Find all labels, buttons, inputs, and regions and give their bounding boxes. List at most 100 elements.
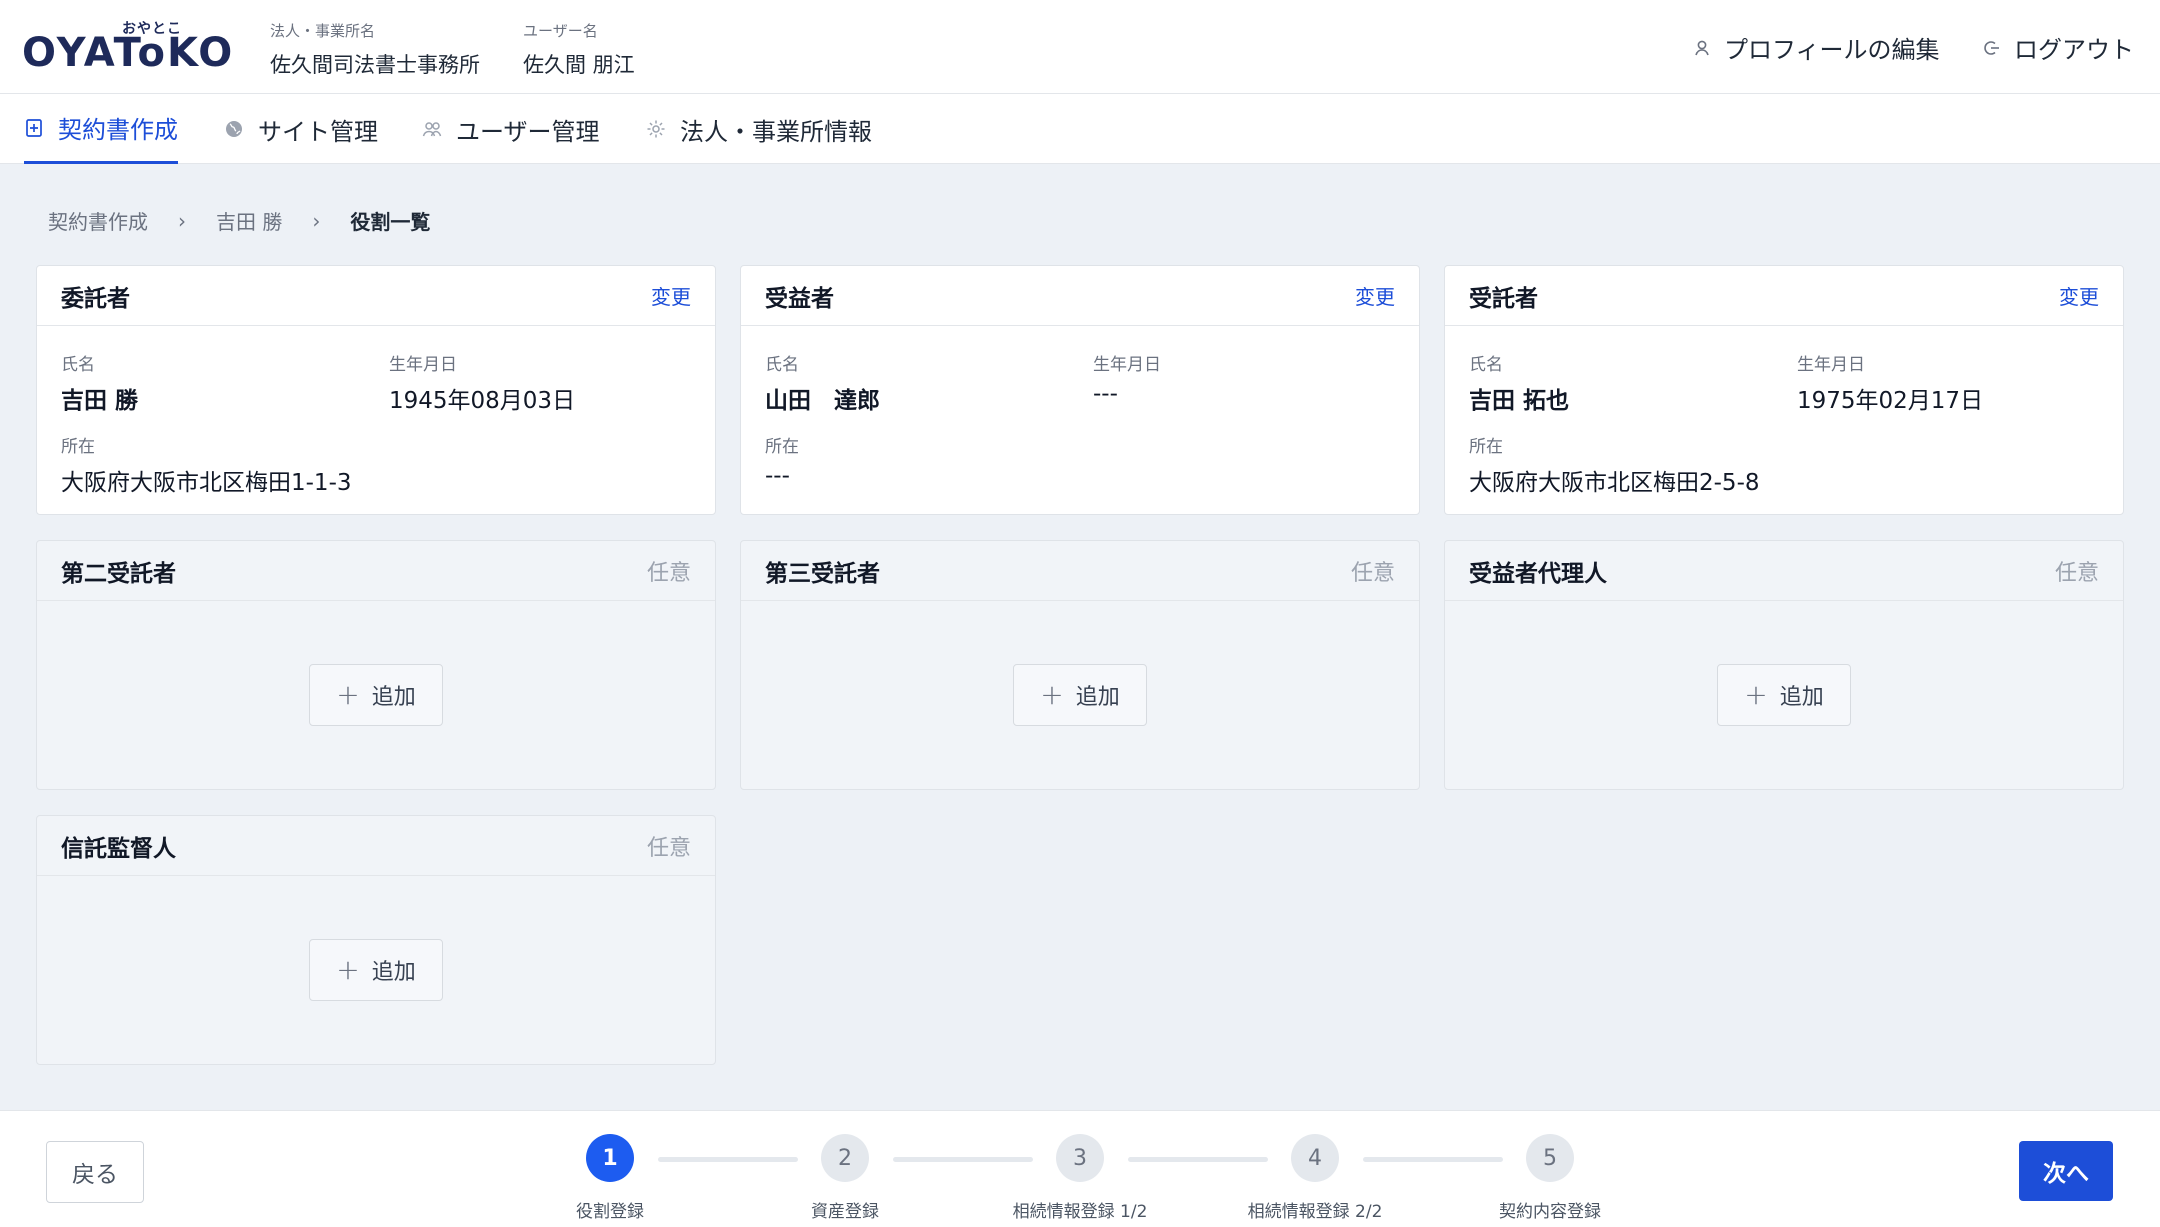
card-title: 第三受託者	[765, 560, 880, 587]
card-title: 委託者	[61, 285, 130, 312]
field-label: 生年月日	[389, 355, 457, 375]
card-title: 信託監督人	[61, 835, 176, 862]
breadcrumb-separator: ›	[312, 208, 321, 233]
date-of-birth: ---	[1093, 381, 1118, 407]
date-of-birth: 1945年08月03日	[389, 388, 576, 414]
office-label: 法人・事業所名	[270, 22, 376, 40]
next-button[interactable]: 次へ	[2019, 1141, 2113, 1201]
card-header: 受託者 変更	[1445, 266, 2123, 326]
profile-edit-link[interactable]: プロフィールの編集	[1692, 30, 1940, 65]
step-1-label: 役割登録	[576, 1202, 644, 1222]
field-label: 氏名	[1469, 355, 1503, 375]
document-plus-icon	[26, 118, 42, 137]
user-info: ユーザー名 佐久間 朋江	[523, 20, 635, 79]
name-field: 氏名 吉田 拓也	[1469, 350, 1569, 415]
beneficiary-card: 受益者 変更 氏名 山田 達郎 生年月日 --- 所在 ---	[740, 265, 1420, 515]
address: 大阪府大阪市北区梅田2-5-8	[1469, 470, 1760, 496]
add-button[interactable]: + 追加	[1717, 664, 1851, 726]
step-5-indicator: 5	[1526, 1134, 1574, 1182]
optional-badge: 任意	[646, 835, 691, 861]
user-icon	[1695, 40, 1709, 55]
step-4-indicator: 4	[1291, 1134, 1339, 1182]
card-header: 委託者 変更	[37, 266, 715, 326]
breadcrumb: 契約書作成 › 吉田 勝 › 役割一覧	[48, 206, 430, 235]
tab-office-info-label: 法人・事業所情報	[680, 117, 872, 146]
optional-badge: 任意	[1350, 560, 1395, 586]
change-button[interactable]: 変更	[2059, 281, 2099, 310]
step-3-label: 相続情報登録 1/2	[1012, 1202, 1148, 1222]
plus-icon: +	[336, 953, 360, 986]
logout-link[interactable]: ログアウト	[1982, 30, 2134, 65]
office-name: 佐久間司法書士事務所	[270, 53, 480, 77]
step-2-label: 資産登録	[811, 1202, 879, 1222]
change-button[interactable]: 変更	[1355, 281, 1395, 310]
gear-icon	[647, 120, 665, 138]
logout-label: ログアウト	[2014, 36, 2134, 64]
profile-edit-label: プロフィールの編集	[1724, 36, 1940, 64]
card-header: 受益者代理人 任意	[1445, 541, 2123, 601]
card-header: 第二受託者 任意	[37, 541, 715, 601]
dob-field: 生年月日 1975年02月17日	[1797, 350, 1983, 415]
field-label: 氏名	[61, 355, 95, 375]
tab-contract-create[interactable]: 契約書作成	[24, 94, 178, 164]
tab-contract-create-label: 契約書作成	[58, 116, 178, 144]
name-field: 氏名 山田 達郎	[765, 350, 880, 415]
trust-supervisor-card: 信託監督人 任意 + 追加	[36, 815, 716, 1065]
date-of-birth: 1975年02月17日	[1797, 388, 1984, 414]
optional-badge: 任意	[646, 560, 691, 586]
add-button[interactable]: + 追加	[309, 939, 443, 1001]
card-header: 第三受託者 任意	[741, 541, 1419, 601]
breadcrumb-separator: ›	[178, 208, 186, 233]
step-2-indicator: 2	[821, 1134, 869, 1182]
add-button-label: 追加	[1779, 685, 1824, 710]
back-button[interactable]: 戻る	[46, 1141, 144, 1203]
card-title: 第二受託者	[61, 560, 176, 587]
person-name: 山田 達郎	[765, 388, 880, 414]
tab-office-info[interactable]: 法人・事業所情報	[646, 94, 872, 164]
wizard-footer: 戻る 1 2 3 4 5 役割登録 資産登録 相続情報登録 1/2 相続情報登録…	[0, 1110, 2160, 1227]
add-button[interactable]: + 追加	[309, 664, 443, 726]
third-trustee-card: 第三受託者 任意 + 追加	[740, 540, 1420, 790]
add-button-label: 追加	[1075, 685, 1120, 710]
app-logo[interactable]: おやとこ OYAToKO	[22, 14, 232, 76]
logo-wordmark: OYAToKO	[22, 30, 235, 76]
tab-user-management-label: ユーザー管理	[456, 117, 600, 146]
card-title: 受益者代理人	[1469, 560, 1607, 587]
dob-field: 生年月日 ---	[1093, 350, 1161, 407]
tab-user-management[interactable]: ユーザー管理	[422, 94, 600, 164]
step-connector	[1363, 1157, 1503, 1162]
step-3-indicator: 3	[1056, 1134, 1104, 1182]
tab-site-management[interactable]: サイト管理	[224, 94, 378, 164]
address: 大阪府大阪市北区梅田1-1-3	[61, 470, 352, 496]
change-button[interactable]: 変更	[651, 281, 691, 310]
field-label: 所在	[1469, 437, 1503, 457]
field-label: 所在	[765, 437, 799, 457]
add-button[interactable]: + 追加	[1013, 664, 1147, 726]
step-connector	[1128, 1157, 1268, 1162]
step-4-label: 相続情報登録 2/2	[1247, 1202, 1383, 1222]
office-info: 法人・事業所名 佐久間司法書士事務所	[270, 20, 480, 79]
name-field: 氏名 吉田 勝	[61, 350, 138, 415]
optional-badge: 任意	[2054, 560, 2099, 586]
second-trustee-card: 第二受託者 任意 + 追加	[36, 540, 716, 790]
main-nav: 契約書作成 サイト管理 ユーザー管理 法人・事業所情報	[0, 94, 2160, 164]
field-label: 氏名	[765, 355, 799, 375]
beneficiary-agent-card: 受益者代理人 任意 + 追加	[1444, 540, 2124, 790]
plus-icon: +	[1040, 678, 1064, 711]
card-title: 受託者	[1469, 285, 1538, 312]
breadcrumb-client[interactable]: 吉田 勝	[216, 206, 282, 235]
plus-icon: +	[1744, 678, 1768, 711]
step-connector	[658, 1157, 798, 1162]
card-header: 信託監督人 任意	[37, 816, 715, 876]
breadcrumb-contract-create[interactable]: 契約書作成	[48, 206, 148, 235]
plus-icon: +	[336, 678, 360, 711]
add-button-label: 追加	[371, 685, 416, 710]
user-label: ユーザー名	[523, 22, 598, 40]
user-name: 佐久間 朋江	[523, 53, 635, 77]
tab-site-management-label: サイト管理	[258, 117, 378, 146]
field-label: 生年月日	[1797, 355, 1865, 375]
add-button-label: 追加	[371, 960, 416, 985]
card-title: 受益者	[765, 285, 834, 312]
step-1-indicator: 1	[586, 1134, 634, 1182]
breadcrumb-current: 役割一覧	[350, 210, 431, 234]
